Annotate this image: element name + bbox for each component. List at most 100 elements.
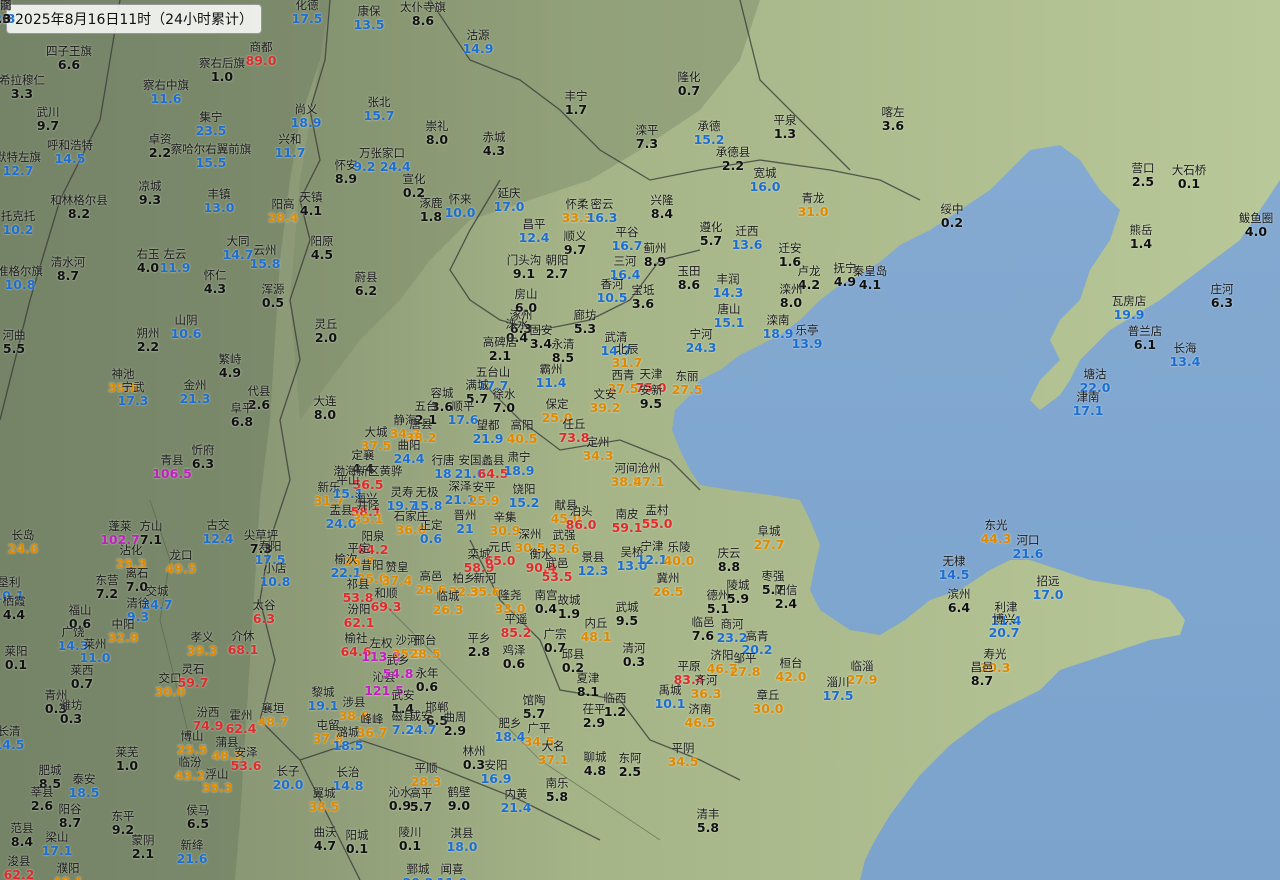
station-name: 张北 — [367, 95, 391, 109]
station-name: 固安 — [529, 323, 553, 337]
station-name: 迁安 — [778, 241, 802, 255]
station-value: 9.3 — [138, 191, 162, 207]
station-label: 望都 21.9 — [473, 419, 504, 445]
station-value: 16.9 — [480, 770, 512, 786]
station-name: 滨州 — [947, 587, 971, 601]
station-label: 宁河 24.3 — [686, 328, 717, 354]
station-label: 范县 8.4 — [11, 822, 34, 848]
station-value: 68.1 — [227, 641, 259, 657]
station-name: 福山 — [68, 603, 92, 617]
station-name: 大名 — [541, 739, 565, 753]
station-label: 滦平 7.3 — [636, 124, 659, 150]
station-name: 汾阳 — [347, 602, 371, 616]
station-value: 2.5 — [1131, 173, 1155, 189]
station-label: 隆化 0.7 — [678, 71, 701, 97]
station-value: 0.5 — [261, 294, 285, 310]
station-label: 玉田 8.6 — [678, 265, 701, 291]
station-name: 香河 — [600, 277, 624, 291]
station-name: 井陉 — [356, 498, 380, 512]
station-name: 肃宁 — [507, 450, 531, 464]
station-label: 内黄 21.4 — [501, 788, 532, 814]
station-label: 高阳 40.5 — [507, 419, 538, 445]
station-value: 14.3 — [712, 284, 744, 300]
station-name: 东营 — [95, 573, 119, 587]
station-name: 大城 — [364, 425, 388, 439]
station-value: 0.6 — [419, 530, 443, 546]
station-name: 陵川 — [398, 825, 422, 839]
station-name: 沁水 — [388, 785, 412, 799]
station-name: 高邑 — [419, 569, 443, 583]
station-value: 13.4 — [1169, 353, 1201, 369]
station-value: 6.1 — [1133, 336, 1157, 352]
station-label: 章丘 30.0 — [753, 689, 784, 715]
station-name: 云州 — [253, 243, 277, 257]
station-value: 9.0 — [447, 797, 471, 813]
station-name: 龙口 — [169, 548, 193, 562]
station-value: 39.3 — [186, 642, 218, 658]
station-name: 长治 — [336, 765, 360, 779]
station-name: 天津 — [639, 367, 663, 381]
station-label: 秦皇岛 4.1 — [853, 265, 888, 291]
station-name: 卢龙 — [797, 264, 821, 278]
station-value: 106.5 — [152, 465, 192, 481]
station-value: 12.4 — [518, 229, 550, 245]
station-label: 鸡泽 0.6 — [503, 644, 526, 670]
station-name: 西青 — [611, 368, 635, 382]
station-name: 茌平 — [582, 702, 606, 716]
station-label: 孝义 39.3 — [186, 631, 218, 658]
station-label: 灵丘 2.0 — [315, 318, 338, 344]
station-label: 武乡 54.8 — [383, 654, 414, 680]
station-label: 武川 9.7 — [37, 106, 60, 132]
station-name: 阳高 — [271, 197, 295, 211]
station-label: 香河 10.5 — [597, 277, 628, 304]
station-label: 青县 106.5 — [152, 454, 192, 481]
station-label: 招远 17.0 — [1033, 575, 1064, 601]
station-name: 大连 — [313, 394, 337, 408]
station-label: 长子 20.0 — [273, 765, 304, 791]
station-value: 1.3 — [773, 125, 797, 141]
station-label: 朔州 2.2 — [137, 327, 160, 353]
station-name: 沽源 — [466, 28, 490, 42]
station-label: 平泉 1.3 — [773, 114, 797, 141]
station-value: 6.3 — [252, 610, 276, 626]
station-value: 44.3 — [980, 530, 1012, 546]
station-name: 永清 — [551, 337, 575, 351]
station-name: 津南 — [1076, 390, 1100, 404]
station-name: 祁县 — [346, 577, 370, 591]
station-value: 8.4 — [650, 205, 674, 221]
station-value: 19.1 — [307, 697, 339, 713]
station-name: 浚县 — [7, 854, 31, 868]
station-name: 汾西 — [196, 705, 220, 719]
station-label: 朝阳 2.7 — [546, 254, 569, 280]
station-value: 20.2 — [403, 876, 434, 880]
station-label: 兴隆 8.4 — [650, 194, 674, 221]
station-label: 阳原 4.5 — [311, 235, 334, 261]
station-value: 8.7 — [970, 672, 994, 688]
station-name: 密云 — [590, 197, 614, 211]
station-name: 天镇 — [299, 190, 323, 204]
station-name: 景县 — [581, 550, 605, 564]
station-name: 齐河 — [694, 673, 718, 687]
station-name: 清河 — [622, 641, 646, 655]
station-name: 廊坊 — [573, 308, 597, 322]
station-name: 翼城 — [312, 786, 336, 800]
station-name: 临汾 — [178, 755, 202, 769]
station-name: 夏津 — [576, 671, 600, 685]
station-label: 北辰 31.7 — [612, 343, 643, 369]
station-label: 盂村 55.0 — [642, 504, 673, 530]
station-label: 邹平 27.8 — [730, 652, 761, 678]
station-name: 三河 — [613, 254, 637, 268]
station-label: 清丰 5.8 — [697, 808, 720, 834]
station-value: 1.7 — [564, 101, 588, 117]
station-label: 商都 89.0 — [246, 41, 277, 67]
station-label: 栖霞 4.4 — [3, 595, 26, 621]
station-label: 固安 3.4 — [529, 323, 553, 350]
station-label: 夏津 8.1 — [576, 671, 600, 698]
station-value: 48.7 — [257, 713, 289, 729]
station-value: 0.1 — [4, 656, 28, 672]
station-label: 蒙阴 2.1 — [132, 834, 155, 860]
station-name: 正定 — [419, 518, 443, 532]
station-value: 18.5 — [332, 737, 364, 753]
station-name: 侯马 — [186, 803, 210, 817]
precipitation-map: 2025年8月16日11时（24小时累计） 化德 17.5 康保 13.5 太仆寺旗 8.… — [0, 0, 1280, 880]
